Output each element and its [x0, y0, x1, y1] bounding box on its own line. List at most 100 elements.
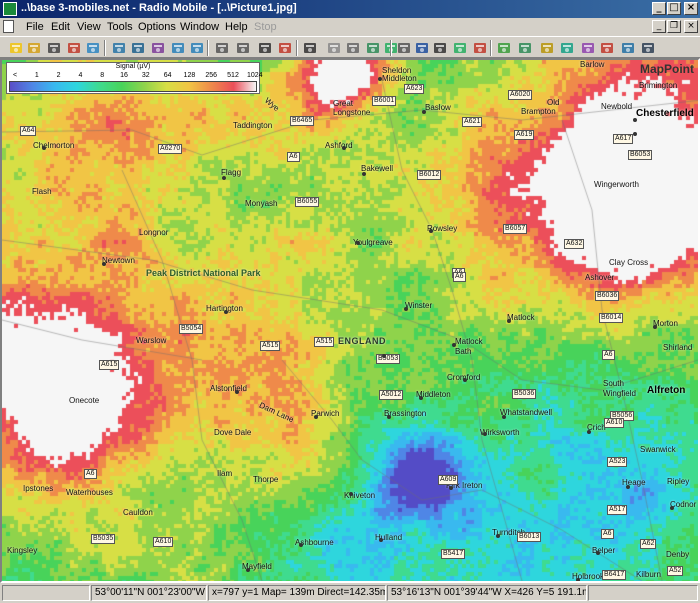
legend-tick: 16 [120, 72, 128, 79]
place-label: Matlock [455, 337, 483, 346]
place-label: Ipstones [23, 484, 54, 493]
place-label: Matlock [507, 313, 535, 322]
child-minimize-button[interactable]: _ [652, 20, 666, 33]
new-file-icon[interactable] [8, 40, 24, 56]
mappoint-logo: MapPoint [640, 62, 694, 76]
status-bar: 53°00'11"N 001°23'00"W x=797 y=1 Map= 13… [0, 583, 700, 603]
place-label: Bakewell [361, 164, 394, 173]
network-properties-icon[interactable] [66, 40, 82, 56]
place-label: Dove Dale [214, 428, 252, 437]
town-marker [378, 77, 382, 81]
settings-bars-icon[interactable] [640, 40, 656, 56]
legend-title: Signal (µV) [115, 63, 151, 70]
delete-units-icon[interactable] [472, 40, 488, 56]
save-picture-icon[interactable] [257, 40, 273, 56]
menu-help[interactable]: Help [225, 21, 248, 33]
road-label: B6057 [503, 224, 528, 234]
menu-tools[interactable]: Tools [107, 21, 133, 33]
road-label: B5054 [179, 324, 204, 334]
town-marker [379, 538, 383, 542]
menu-edit[interactable]: Edit [51, 21, 70, 33]
place-label: Dam Lane [257, 400, 296, 425]
road-label: A615 [99, 360, 120, 370]
globe-icon[interactable] [130, 40, 146, 56]
open-picture-icon[interactable] [235, 40, 251, 56]
road-label: A632 [564, 239, 585, 249]
find-route-icon[interactable] [559, 40, 575, 56]
maximize-button[interactable]: □ [667, 2, 681, 15]
town-marker [576, 578, 580, 581]
document-icon[interactable] [3, 20, 14, 33]
town-marker [483, 432, 487, 436]
road-label: B6013 [517, 532, 542, 542]
town-marker [382, 354, 386, 358]
place-label: Longstone [333, 108, 371, 117]
forward-icon[interactable] [189, 40, 205, 56]
road-label: A6 [601, 529, 614, 539]
road-label: B6014 [599, 313, 624, 323]
minimize-button[interactable]: _ [652, 2, 666, 15]
open-folder-icon[interactable] [26, 40, 42, 56]
color-palette-icon[interactable] [599, 40, 615, 56]
place-label: Winster [405, 301, 433, 310]
new-picture-icon[interactable] [214, 40, 230, 56]
menu-window[interactable]: Window [180, 21, 219, 33]
pdf-icon[interactable] [277, 40, 293, 56]
polar-coverage-icon[interactable] [517, 40, 533, 56]
child-restore-button[interactable]: ❐ [667, 20, 681, 33]
find-best-site-icon[interactable] [452, 40, 468, 56]
close-button[interactable]: × [684, 2, 698, 15]
radio-link-icon[interactable] [414, 40, 430, 56]
app-icon[interactable] [3, 2, 17, 16]
paste-icon[interactable] [345, 40, 361, 56]
back-icon[interactable] [170, 40, 186, 56]
copy-icon[interactable] [326, 40, 342, 56]
unit-properties-icon[interactable] [85, 40, 101, 56]
elevation-grid-icon[interactable] [620, 40, 636, 56]
place-label: Old [547, 98, 560, 107]
town-marker [404, 307, 408, 311]
road-label: A62 [640, 539, 657, 549]
menu-view[interactable]: View [77, 21, 101, 33]
window-icon[interactable] [396, 40, 412, 56]
save-icon[interactable] [46, 40, 62, 56]
place-label: Alstonfield [210, 384, 247, 393]
legend-tick: 128 [183, 72, 196, 79]
child-close-button[interactable]: × [684, 20, 698, 33]
radio-coverage-icon[interactable] [496, 40, 512, 56]
place-label: Longnor [139, 228, 169, 237]
town-marker [342, 146, 346, 150]
place-label: Cauldon [123, 508, 153, 517]
town-marker [496, 534, 500, 538]
world-map-icon[interactable] [111, 40, 127, 56]
status-pane-blank [2, 585, 90, 601]
road-label: B5417 [441, 549, 466, 559]
place-label: Chelmorton [33, 141, 75, 150]
properties-icon[interactable] [150, 40, 166, 56]
town-marker [463, 378, 467, 382]
place-label: Baslow [425, 103, 451, 112]
print-icon[interactable] [302, 40, 318, 56]
place-label: Clay Cross [609, 258, 649, 267]
town-marker [299, 543, 303, 547]
road-label: B6055 [295, 197, 320, 207]
antenna-icon[interactable] [432, 40, 448, 56]
place-label: Warslow [136, 336, 167, 345]
place-label: Ripley [667, 477, 690, 486]
road-label: A621 [462, 117, 483, 127]
road-label: A52 [667, 566, 684, 576]
toolbar-separator [104, 40, 106, 56]
road-label: A5012 [379, 390, 404, 400]
combined-cart-icon[interactable] [539, 40, 555, 56]
road-label: A610 [604, 418, 625, 428]
rainbow-icon[interactable] [580, 40, 596, 56]
town-marker [502, 415, 506, 419]
merge-picture-icon[interactable] [365, 40, 381, 56]
road-label: A617 [613, 134, 634, 144]
place-label: Wingfield [603, 389, 636, 398]
place-label: Waterhouses [66, 488, 113, 497]
menu-options[interactable]: Options [138, 21, 176, 33]
menu-file[interactable]: File [26, 21, 44, 33]
map-view[interactable]: Sheldon Middleton Great Longstone Baslow Barl… [0, 58, 700, 583]
menu-stop[interactable]: Stop [254, 21, 277, 33]
